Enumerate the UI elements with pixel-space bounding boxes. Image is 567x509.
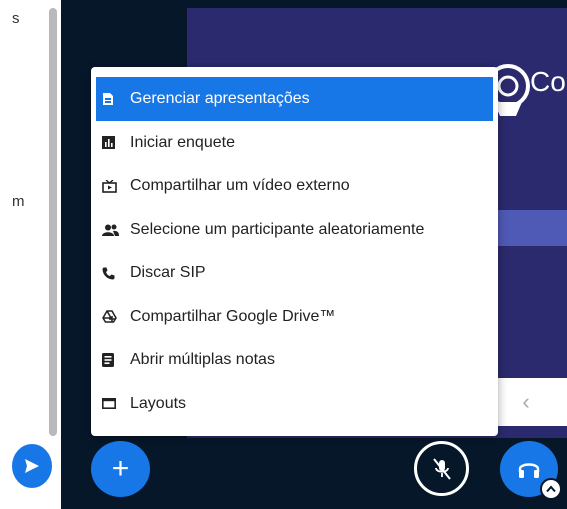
menu-item-random-participant[interactable]: Selecione um participante aleatoriamente	[91, 208, 498, 252]
notes-icon	[102, 351, 124, 369]
audio-options-button[interactable]	[540, 478, 562, 500]
phone-icon	[102, 264, 124, 282]
headphones-icon	[518, 463, 540, 478]
menu-item-label: Discar SIP	[130, 264, 206, 282]
chevron-left-icon: ‹	[522, 389, 530, 414]
chevron-up-icon	[546, 485, 556, 493]
menu-item-share-external-video[interactable]: Compartilhar um vídeo externo	[91, 165, 498, 209]
menu-item-label: Abrir múltiplas notas	[130, 351, 275, 369]
menu-item-label: Gerenciar apresentações	[130, 90, 310, 107]
presentation-logo-text: Co	[530, 66, 566, 97]
menu-item-dial-sip[interactable]: Discar SIP	[91, 252, 498, 296]
unmute-microphone-button[interactable]	[414, 441, 469, 496]
menu-item-label: Layouts	[130, 394, 187, 412]
menu-item-share-google-drive[interactable]: Compartilhar Google Drive™	[91, 295, 498, 339]
chat-panel: s m	[0, 0, 58, 509]
menu-item-layouts[interactable]: Layouts	[91, 382, 498, 426]
users-icon	[102, 221, 124, 239]
menu-item-open-shared-notes[interactable]: Abrir múltiplas notas	[91, 339, 498, 383]
chat-scrollbar[interactable]	[49, 8, 57, 436]
menu-item-label: Compartilhar Google Drive™	[130, 307, 336, 325]
plus-icon: +	[111, 452, 130, 485]
menu-item-manage-presentations[interactable]: Gerenciar apresentações	[96, 77, 493, 121]
menu-item-label: Iniciar enquete	[130, 133, 235, 151]
video-icon	[102, 177, 124, 195]
drive-icon	[102, 308, 124, 326]
microphone-off-icon	[432, 457, 451, 480]
chat-text-fragment: s	[12, 10, 20, 27]
actions-menu: Gerenciar apresentações Iniciar enquete …	[91, 67, 498, 436]
layout-icon	[102, 395, 124, 413]
send-message-button[interactable]	[12, 444, 52, 488]
send-icon	[25, 459, 39, 473]
chat-text-fragment: m	[12, 193, 25, 210]
file-icon	[102, 90, 124, 108]
menu-item-start-poll[interactable]: Iniciar enquete	[91, 121, 498, 165]
actions-button[interactable]: +	[91, 441, 150, 497]
menu-item-label: Selecione um participante aleatoriamente	[130, 220, 425, 238]
poll-icon	[102, 134, 124, 152]
menu-item-label: Compartilhar um vídeo externo	[130, 177, 350, 195]
